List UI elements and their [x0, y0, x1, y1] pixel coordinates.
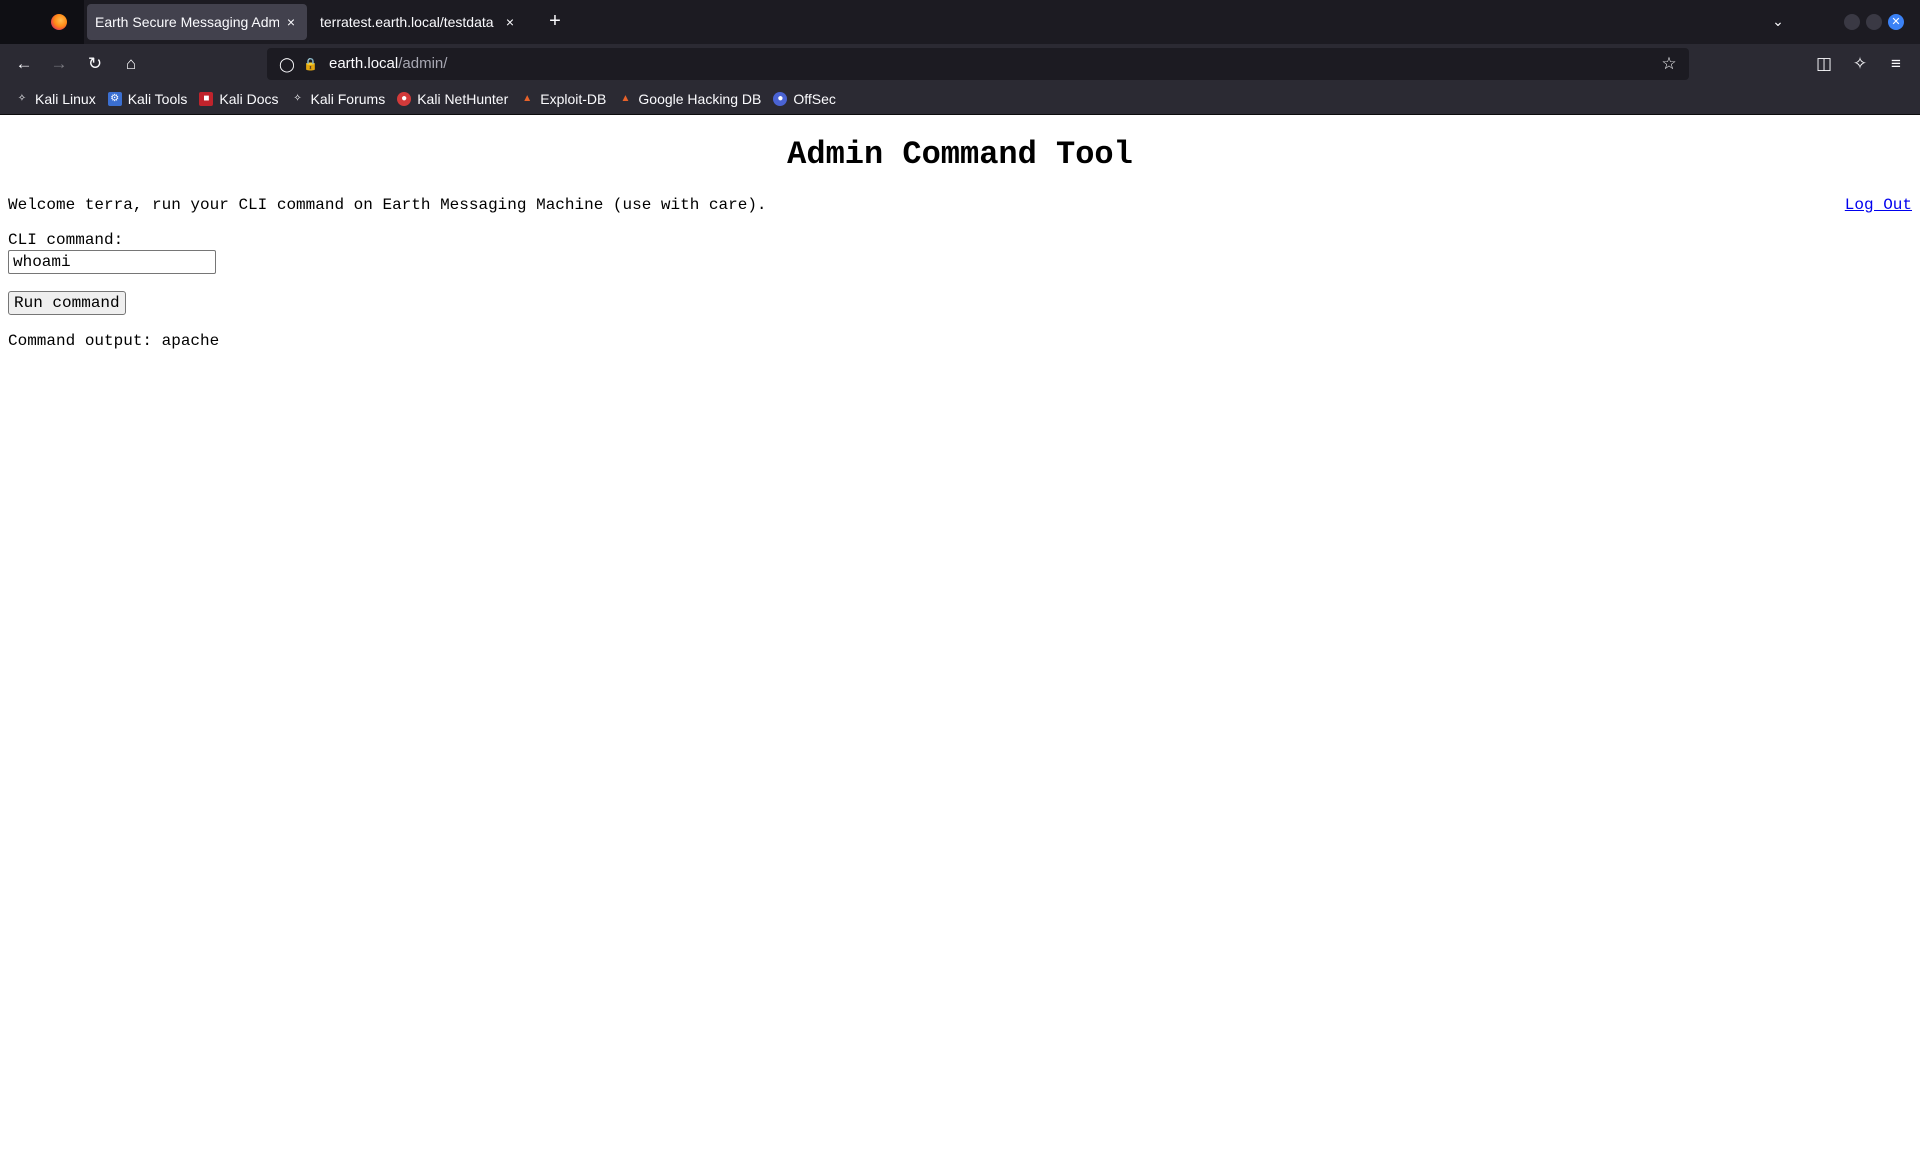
bookmark-label: Kali NetHunter — [417, 91, 509, 107]
maximize-window-button[interactable] — [1866, 14, 1882, 30]
tab-close-icon[interactable]: × — [502, 14, 518, 30]
cli-command-label: CLI command: — [8, 231, 124, 249]
tracking-protection-shield-icon[interactable]: ◯ — [279, 55, 295, 73]
insecure-lock-icon[interactable]: 🔒 — [303, 55, 318, 73]
hamburger-menu-icon[interactable]: ≡ — [1884, 52, 1908, 76]
nethunter-icon: ● — [397, 92, 412, 106]
back-arrow-icon[interactable]: ← — [12, 52, 36, 76]
page-title: Admin Command Tool — [787, 136, 1133, 173]
minimize-window-button[interactable] — [1844, 14, 1860, 30]
bookmark-star-icon[interactable]: ☆ — [1659, 54, 1679, 74]
url-bar[interactable]: ◯ 🔒 earth.local/admin/ ☆ — [267, 48, 1689, 80]
url-text[interactable]: earth.local/admin/ — [329, 55, 447, 73]
offsec-icon: ● — [773, 92, 788, 106]
bookmark-label: Exploit-DB — [540, 91, 607, 107]
firefox-logo-icon[interactable] — [51, 14, 67, 30]
url-path: /admin/ — [398, 55, 448, 72]
log-out-link[interactable]: Log Out — [1845, 195, 1912, 215]
bookmark-kali-docs[interactable]: ■ Kali Docs — [194, 87, 283, 111]
kali-forums-icon: ✧ — [293, 93, 302, 104]
kali-dragon-icon: ✧ — [17, 93, 27, 104]
bookmark-exploit-db[interactable]: ▲ Exploit-DB — [515, 87, 611, 111]
welcome-message: Welcome terra, run your CLI command on E… — [8, 196, 767, 214]
kali-docs-icon: ■ — [199, 92, 214, 106]
bookmark-label: Kali Docs — [219, 91, 279, 107]
bookmark-offsec[interactable]: ● OffSec — [768, 87, 841, 111]
home-icon[interactable]: ⌂ — [119, 52, 143, 76]
tab-bar-left-strip — [0, 0, 84, 44]
command-output: Command output: apache — [8, 332, 220, 350]
bookmark-kali-tools[interactable]: ⚙ Kali Tools — [103, 87, 193, 111]
ghdb-icon: ▲ — [620, 93, 631, 104]
bookmark-kali-forums[interactable]: ✧ Kali Forums — [286, 87, 391, 111]
reload-icon[interactable]: ↻ — [83, 52, 107, 76]
tab-terratest[interactable]: terratest.earth.local/testdata × — [312, 4, 526, 40]
tab-close-icon[interactable]: × — [283, 14, 299, 30]
tab-title: Earth Secure Messaging Adm — [95, 14, 279, 30]
cli-command-input[interactable] — [8, 250, 216, 274]
tab-earth-admin[interactable]: Earth Secure Messaging Adm × — [87, 4, 307, 40]
bookmark-google-hacking-db[interactable]: ▲ Google Hacking DB — [613, 87, 766, 111]
bookmark-label: OffSec — [793, 91, 836, 107]
run-command-button[interactable]: Run command — [8, 291, 126, 315]
list-all-tabs-icon[interactable]: ⌄ — [1768, 10, 1788, 32]
extensions-puzzle-icon[interactable]: ✧ — [1848, 52, 1872, 76]
tab-title: terratest.earth.local/testdata — [320, 14, 494, 30]
bookmark-label: Kali Forums — [310, 91, 386, 107]
url-host: earth.local — [329, 55, 399, 72]
new-tab-button[interactable]: + — [544, 10, 566, 32]
bookmark-kali-nethunter[interactable]: ● Kali NetHunter — [392, 87, 513, 111]
bookmark-label: Google Hacking DB — [638, 91, 762, 107]
bookmark-label: Kali Linux — [35, 91, 96, 107]
pocket-icon[interactable]: ◫ — [1812, 52, 1836, 76]
kali-tools-icon: ⚙ — [107, 92, 122, 106]
tab-bar: Earth Secure Messaging Adm × terratest.e… — [0, 0, 1920, 44]
page-content: Admin Command Tool Welcome terra, run yo… — [0, 115, 1920, 1165]
forward-arrow-icon[interactable]: → — [47, 52, 71, 76]
close-window-button[interactable]: ✕ — [1888, 14, 1904, 30]
bookmarks-toolbar: ✧ Kali Linux ⚙ Kali Tools ■ Kali Docs ✧ … — [0, 84, 1920, 115]
bookmark-kali-linux[interactable]: ✧ Kali Linux — [10, 87, 101, 111]
bookmark-label: Kali Tools — [127, 91, 188, 107]
navigation-toolbar: ← → ↻ ⌂ ◯ 🔒 earth.local/admin/ ☆ ◫ ✧ ≡ — [0, 44, 1920, 84]
exploit-db-icon: ▲ — [522, 93, 533, 104]
